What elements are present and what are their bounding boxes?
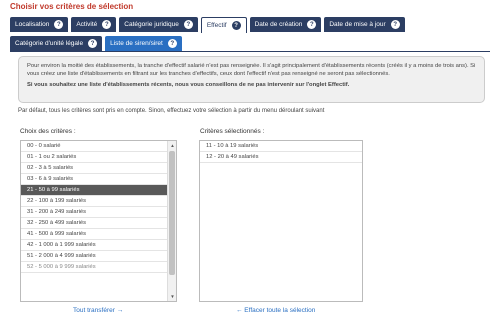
question-circle-icon[interactable]: ?	[231, 21, 241, 30]
question-circle-icon[interactable]: ?	[307, 20, 317, 29]
tab-categorie-unite-legale[interactable]: Catégorie d'unité légale ?	[10, 36, 103, 51]
triangle-up-icon[interactable]: ▲	[168, 141, 177, 150]
list-option[interactable]: 41 - 500 à 999 salariés	[21, 229, 176, 240]
tabs-row-2: Catégorie d'unité légale ? Liste de sire…	[10, 36, 182, 51]
selected-criteria-listbox[interactable]: 11 - 10 à 19 salariés 12 - 20 à 49 salar…	[199, 140, 363, 302]
tab-categorie-juridique[interactable]: Catégorie juridique ?	[119, 17, 198, 32]
list-option[interactable]: 42 - 1 000 à 1 999 salariés	[21, 240, 176, 251]
list-option-selected[interactable]: 21 - 50 à 99 salariés	[21, 185, 176, 196]
list-option[interactable]: 52 - 5 000 à 9 999 salariés	[21, 262, 176, 273]
question-circle-icon[interactable]: ?	[390, 20, 400, 29]
tab-label: Effectif	[206, 22, 227, 29]
choices-scrollbar[interactable]: ▲ ▼	[167, 141, 176, 301]
question-circle-icon[interactable]: ?	[102, 20, 112, 29]
info-advice: Si vous souhaitez une liste d'établissem…	[27, 82, 350, 88]
question-circle-icon[interactable]: ?	[183, 20, 193, 29]
list-option[interactable]: 03 - 6 à 9 salariés	[21, 174, 176, 185]
question-circle-icon[interactable]: ?	[88, 39, 98, 48]
question-circle-icon[interactable]: ?	[54, 20, 64, 29]
tab-label: Catégorie d'unité légale	[15, 40, 84, 47]
tab-label: Date de mise à jour	[329, 21, 386, 28]
tab-label: Catégorie juridique	[124, 21, 179, 28]
default-instructions: Par défaut, tous les critères sont pris …	[18, 108, 325, 114]
tab-label: Activité	[76, 21, 98, 28]
tab-label: Date de création	[254, 21, 303, 28]
tab-date-mise-a-jour[interactable]: Date de mise à jour ?	[324, 17, 405, 32]
tab-activite[interactable]: Activité ?	[71, 17, 117, 32]
scroll-thumb[interactable]	[169, 151, 175, 275]
list-option[interactable]: 02 - 3 à 5 salariés	[21, 163, 176, 174]
list-option[interactable]: 51 - 2 000 à 4 999 salariés	[21, 251, 176, 262]
list-option[interactable]: 01 - 1 ou 2 salariés	[21, 152, 176, 163]
tab-liste-siren-siret[interactable]: Liste de siren/siret ?	[105, 36, 182, 51]
transfer-all-link[interactable]: Tout transférer →	[73, 307, 123, 314]
tabs-row-1: Localisation ? Activité ? Catégorie juri…	[10, 17, 405, 33]
choices-label: Choix des critères :	[20, 128, 76, 135]
tab-effectif[interactable]: Effectif ?	[200, 17, 247, 33]
page-title: Choisir vos critères de sélection	[10, 2, 134, 11]
list-option[interactable]: 32 - 250 à 499 salariés	[21, 218, 176, 229]
info-box: Pour environ la moitié des établissement…	[18, 56, 485, 103]
tab-label: Liste de siren/siret	[110, 40, 163, 47]
tab-localisation[interactable]: Localisation ?	[10, 17, 69, 32]
list-option[interactable]: 22 - 100 à 199 salariés	[21, 196, 176, 207]
list-option[interactable]: 00 - 0 salarié	[21, 141, 176, 152]
tab-date-creation[interactable]: Date de création ?	[249, 17, 322, 32]
list-option[interactable]: 31 - 200 à 249 salariés	[21, 207, 176, 218]
choices-listbox[interactable]: 00 - 0 salarié 01 - 1 ou 2 salariés 02 -…	[20, 140, 177, 302]
selected-criteria-label: Critères sélectionnés :	[200, 128, 265, 135]
selected-option[interactable]: 11 - 10 à 19 salariés	[200, 141, 362, 152]
clear-selection-link[interactable]: ← Effacer toute la sélection	[236, 307, 315, 314]
question-circle-icon[interactable]: ?	[167, 39, 177, 48]
triangle-down-icon[interactable]: ▼	[168, 292, 177, 301]
tab-divider	[10, 51, 490, 52]
tab-label: Localisation	[15, 21, 50, 28]
selected-option[interactable]: 12 - 20 à 49 salariés	[200, 152, 362, 163]
info-text: Pour environ la moitié des établissement…	[27, 63, 476, 77]
